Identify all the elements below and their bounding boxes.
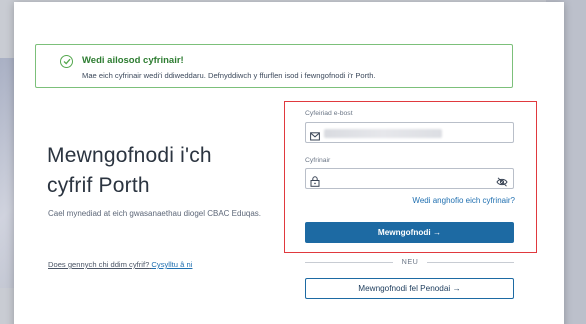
alert-message: Mae eich cyfrinair wedi'i ddiweddaru. De… [82, 71, 376, 80]
alert-title: Wedi ailosod cyfrinair! [82, 55, 184, 66]
success-alert: Wedi ailosod cyfrinair! Mae eich cyfrina… [35, 44, 513, 88]
envelope-icon [310, 128, 320, 146]
page-description: Cael mynediad at eich gwasanaethau dioge… [48, 209, 262, 218]
lock-icon [310, 174, 320, 192]
login-button[interactable]: Mewngofnodi → [305, 222, 514, 243]
contact-us-link[interactable]: Cysylltu â ni [151, 260, 192, 269]
email-value-redacted [324, 129, 442, 138]
page-title: Mewngofnodi i'ch cyfrif Porth [47, 141, 287, 201]
no-account-text: Does gennych chi ddim cyfrif? Cysylltu â… [48, 260, 192, 269]
check-circle-icon [60, 55, 73, 68]
email-field[interactable] [305, 122, 514, 143]
page-title-line1: Mewngofnodi i'ch [47, 144, 212, 167]
password-field[interactable] [305, 168, 514, 189]
or-label: NEU [401, 257, 419, 266]
divider-left [305, 262, 393, 263]
divider-right [427, 262, 514, 263]
email-label: Cyfeiriad e-bost [305, 110, 353, 117]
no-account-label: Does gennych chi ddim cyfrif? [48, 260, 150, 269]
page-title-line2: cyfrif Porth [47, 174, 150, 197]
login-as-delegate-button[interactable]: Mewngofnodi fel Penodai → [305, 278, 514, 299]
forgot-password-link[interactable]: Wedi anghofio eich cyfrinair? [383, 196, 515, 205]
eye-off-icon[interactable] [496, 174, 508, 192]
password-label: Cyfrinair [305, 157, 331, 164]
